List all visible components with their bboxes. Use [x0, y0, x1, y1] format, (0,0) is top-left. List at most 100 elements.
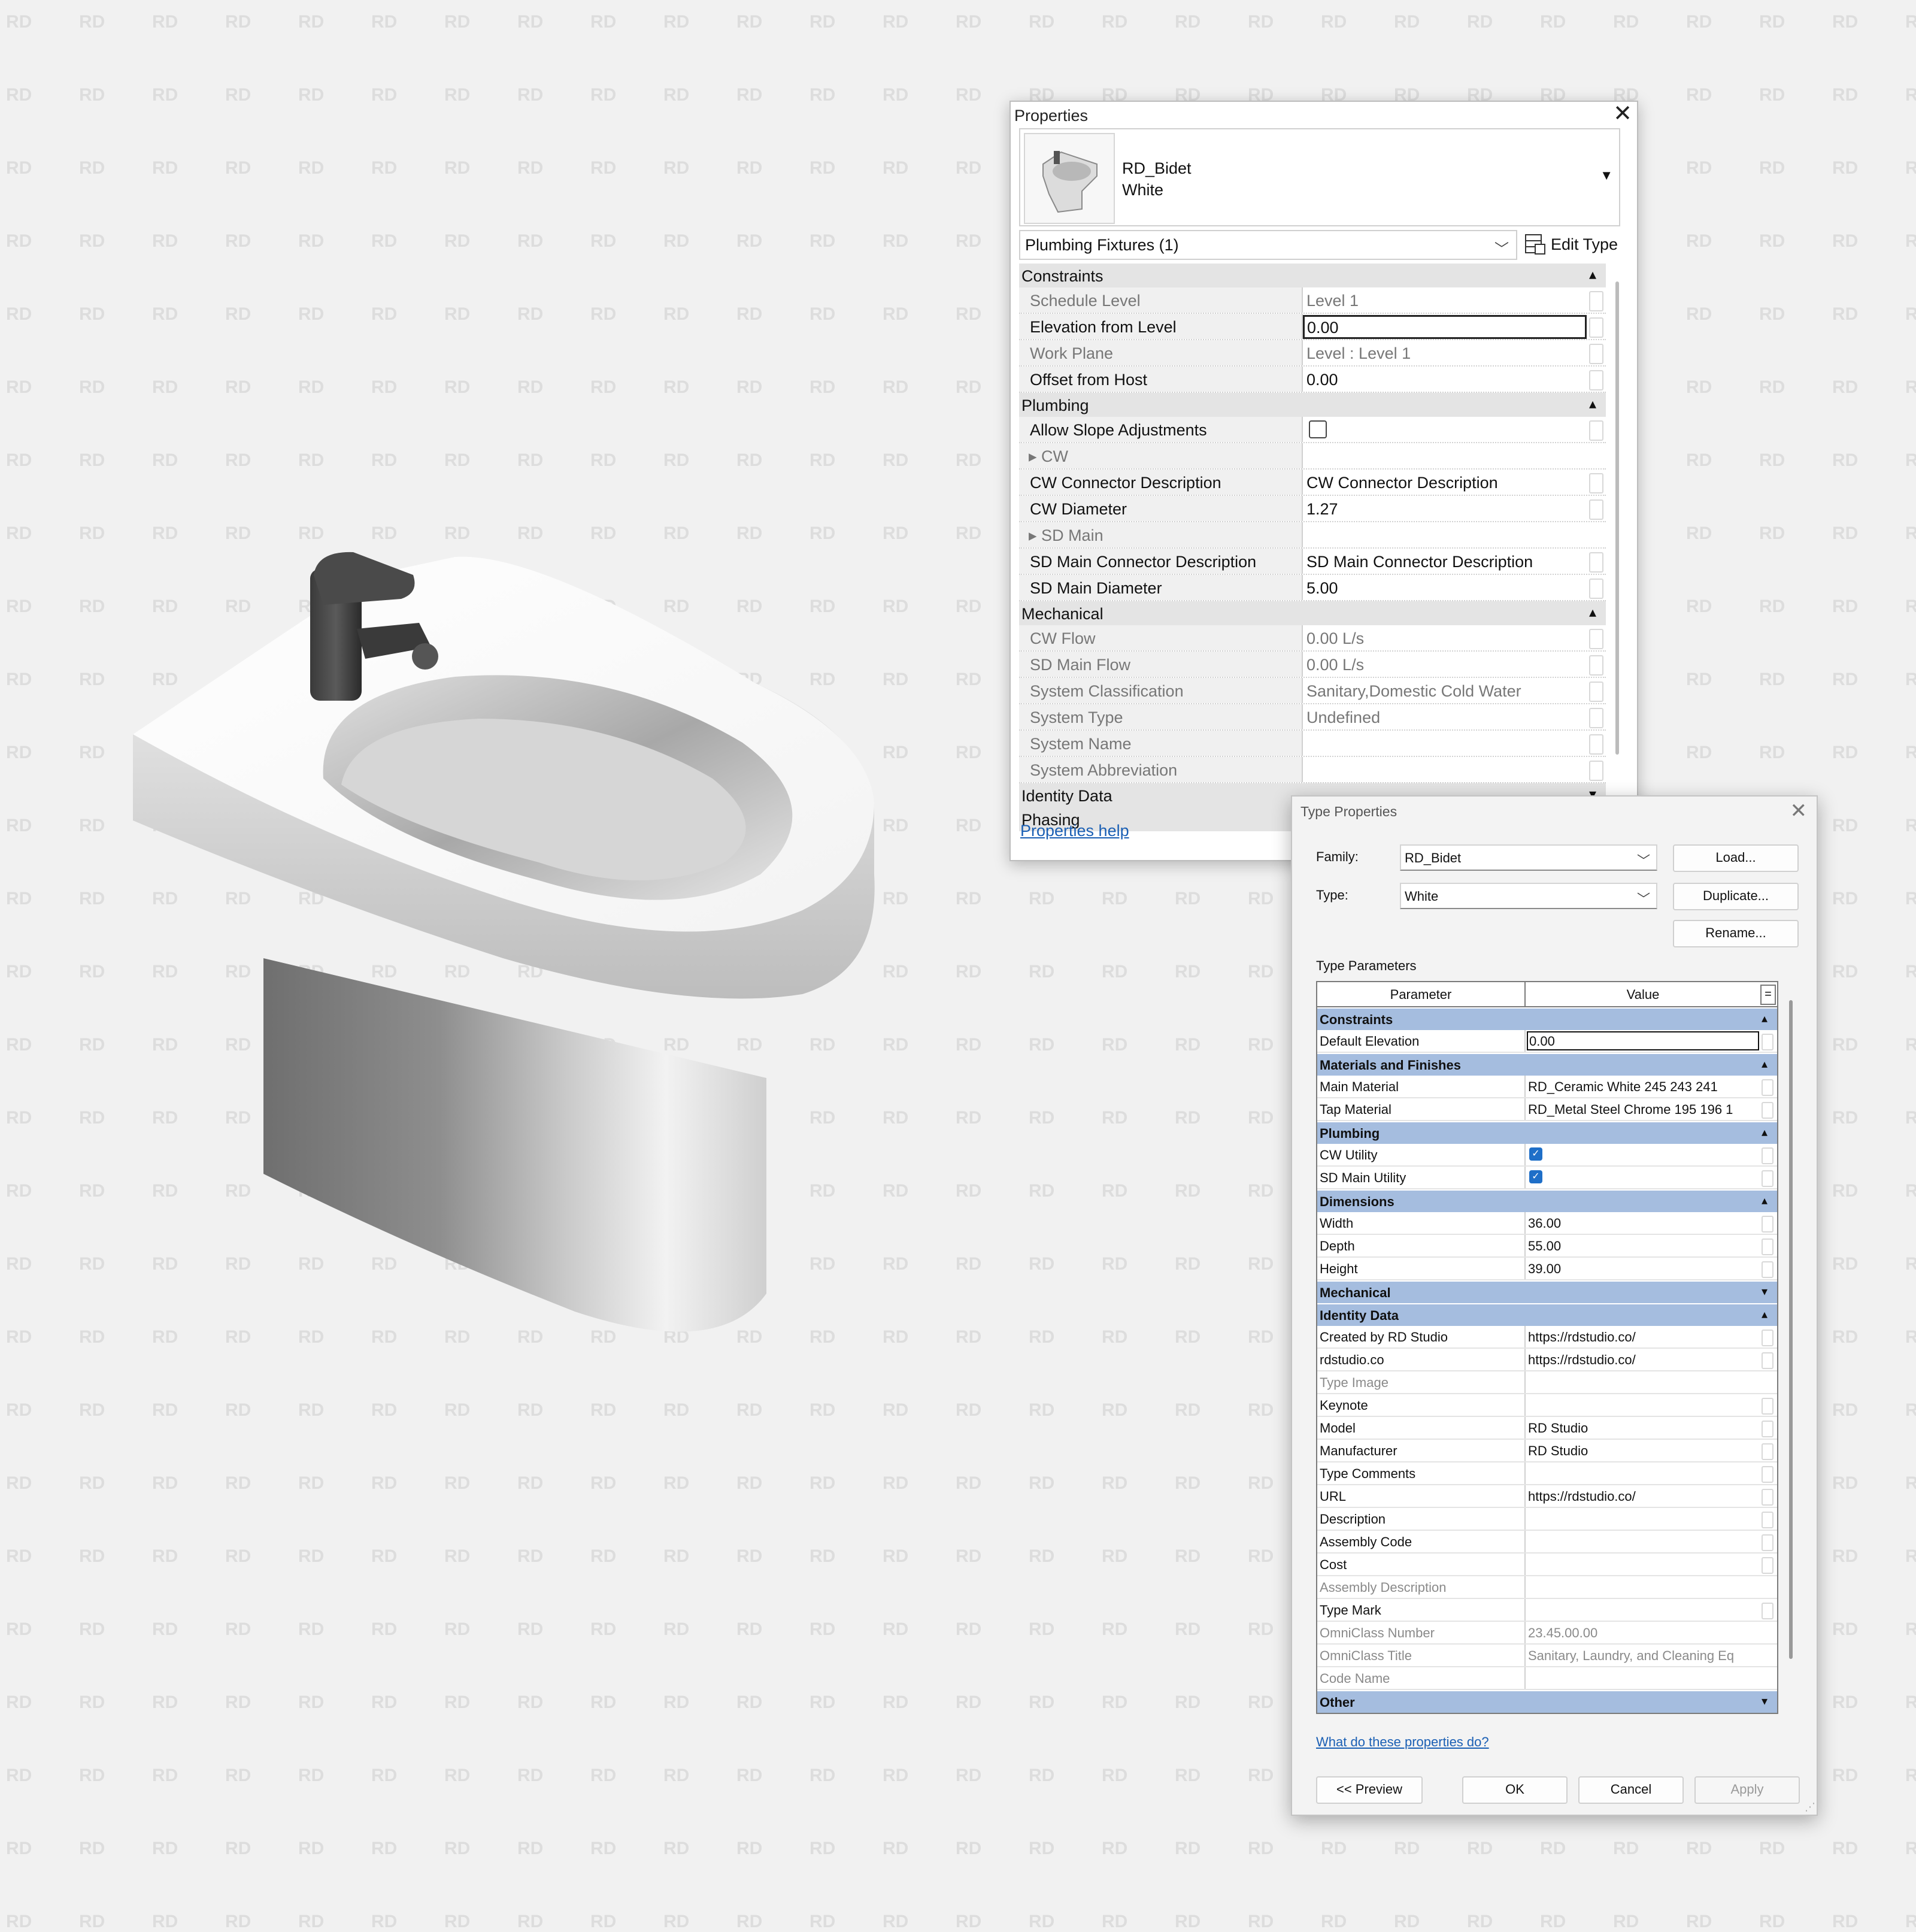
- ok-button[interactable]: OK: [1462, 1776, 1568, 1804]
- checkbox[interactable]: [1309, 420, 1327, 438]
- resize-grip-icon[interactable]: ⋰: [1805, 1801, 1815, 1813]
- associate-parameter-button[interactable]: [1762, 1170, 1773, 1187]
- type-parameter-row[interactable]: Cost: [1317, 1554, 1777, 1576]
- associate-parameter-button[interactable]: [1589, 655, 1603, 676]
- parameter-value[interactable]: RD_Ceramic White 245 243 241: [1528, 1079, 1752, 1095]
- type-group-header[interactable]: Constraints ▴: [1317, 1007, 1777, 1030]
- collapse-icon[interactable]: ▴: [1762, 1125, 1768, 1140]
- parameter-value[interactable]: 39.00: [1528, 1261, 1752, 1277]
- type-parameter-row[interactable]: Default Elevation 0.00: [1317, 1030, 1777, 1053]
- associate-parameter-button[interactable]: [1762, 1102, 1773, 1119]
- type-parameter-row[interactable]: SD Main Utility ✓: [1317, 1167, 1777, 1189]
- collapse-icon[interactable]: ▴: [1762, 1011, 1768, 1026]
- parameter-value[interactable]: https://rdstudio.co/: [1528, 1330, 1752, 1345]
- expand-icon[interactable]: ▾: [1762, 1694, 1768, 1709]
- type-parameter-row[interactable]: rdstudio.co https://rdstudio.co/: [1317, 1349, 1777, 1371]
- associate-parameter-button[interactable]: [1589, 682, 1603, 702]
- rename-button[interactable]: Rename...: [1673, 920, 1799, 947]
- property-row[interactable]: CW Diameter 1.27: [1019, 496, 1606, 522]
- close-icon[interactable]: ✕: [1790, 799, 1808, 823]
- type-parameter-row[interactable]: Assembly Code: [1317, 1531, 1777, 1554]
- associate-parameter-button[interactable]: [1762, 1443, 1773, 1460]
- collapse-icon[interactable]: ▴: [1589, 395, 1596, 413]
- type-parameter-row[interactable]: Description: [1317, 1508, 1777, 1531]
- parameter-value[interactable]: RD_Metal Steel Chrome 195 196 1: [1528, 1102, 1752, 1118]
- cancel-button[interactable]: Cancel: [1578, 1776, 1684, 1804]
- associate-parameter-button[interactable]: [1762, 1034, 1773, 1050]
- associate-parameter-button[interactable]: [1589, 317, 1603, 338]
- property-row[interactable]: Allow Slope Adjustments: [1019, 417, 1606, 443]
- associate-parameter-button[interactable]: [1762, 1352, 1773, 1369]
- properties-scrollbar[interactable]: [1615, 281, 1619, 755]
- property-value-cell[interactable]: 5.00: [1303, 575, 1587, 600]
- property-group-header[interactable]: Mechanical ▴: [1019, 601, 1606, 625]
- help-link[interactable]: What do these properties do?: [1316, 1734, 1489, 1750]
- type-dropdown-icon[interactable]: ▼: [1600, 168, 1613, 183]
- property-value-cell[interactable]: 1.27: [1303, 496, 1587, 521]
- associate-parameter-button[interactable]: [1589, 734, 1603, 755]
- collapse-icon[interactable]: ▴: [1589, 266, 1596, 283]
- associate-parameter-button[interactable]: [1762, 1079, 1773, 1096]
- collapse-icon[interactable]: ▴: [1762, 1193, 1768, 1208]
- associate-parameter-button[interactable]: [1762, 1489, 1773, 1506]
- property-row[interactable]: Offset from Host 0.00: [1019, 367, 1606, 393]
- property-value-cell[interactable]: CW Connector Description: [1303, 470, 1587, 495]
- associate-parameter-button[interactable]: [1589, 344, 1603, 364]
- category-filter-dropdown[interactable]: Plumbing Fixtures (1) ﹀: [1019, 230, 1517, 260]
- property-value-cell[interactable]: 0.00: [1303, 367, 1587, 392]
- type-parameter-row[interactable]: Depth 55.00: [1317, 1235, 1777, 1258]
- expand-icon[interactable]: ▾: [1762, 1284, 1768, 1299]
- properties-help-link[interactable]: Properties help: [1020, 822, 1129, 840]
- associate-parameter-button[interactable]: [1589, 761, 1603, 781]
- associate-parameter-button[interactable]: [1589, 291, 1603, 311]
- type-group-header[interactable]: Identity Data ▴: [1317, 1303, 1777, 1326]
- type-parameter-row[interactable]: Type Mark: [1317, 1599, 1777, 1622]
- associate-parameter-button[interactable]: [1762, 1603, 1773, 1619]
- column-header-parameter[interactable]: Parameter: [1317, 987, 1524, 1003]
- property-row[interactable]: ▸ CW: [1019, 443, 1606, 470]
- property-row[interactable]: SD Main Connector Description SD Main Con…: [1019, 549, 1606, 575]
- type-group-header[interactable]: Other ▾: [1317, 1690, 1777, 1713]
- property-value-cell[interactable]: [1303, 443, 1587, 468]
- associate-parameter-button[interactable]: [1762, 1466, 1773, 1483]
- type-parameter-row[interactable]: Type Comments: [1317, 1462, 1777, 1485]
- type-parameter-row[interactable]: Keynote: [1317, 1394, 1777, 1417]
- type-group-header[interactable]: Materials and Finishes ▴: [1317, 1053, 1777, 1076]
- associate-parameter-button[interactable]: [1762, 1421, 1773, 1437]
- apply-button[interactable]: Apply: [1694, 1776, 1800, 1804]
- preview-button[interactable]: << Preview: [1316, 1776, 1423, 1804]
- property-row[interactable]: SD Main Diameter 5.00: [1019, 575, 1606, 601]
- associate-parameter-button[interactable]: [1762, 1534, 1773, 1551]
- type-group-header[interactable]: Mechanical ▾: [1317, 1280, 1777, 1303]
- formula-button[interactable]: =: [1760, 985, 1776, 1005]
- type-parameter-row[interactable]: Tap Material RD_Metal Steel Chrome 195 19…: [1317, 1098, 1777, 1121]
- collapse-icon[interactable]: ▴: [1589, 604, 1596, 621]
- parameter-value[interactable]: RD Studio: [1528, 1443, 1752, 1459]
- column-header-value[interactable]: Value: [1527, 987, 1759, 1003]
- associate-parameter-button[interactable]: [1762, 1261, 1773, 1278]
- property-row[interactable]: ▸ SD Main: [1019, 522, 1606, 549]
- associate-parameter-button[interactable]: [1762, 1557, 1773, 1574]
- collapse-icon[interactable]: ▴: [1762, 1307, 1768, 1322]
- parameter-value[interactable]: 36.00: [1528, 1216, 1752, 1231]
- associate-parameter-button[interactable]: [1762, 1512, 1773, 1528]
- associate-parameter-button[interactable]: [1762, 1147, 1773, 1164]
- parameter-value[interactable]: 55.00: [1528, 1238, 1752, 1254]
- associate-parameter-button[interactable]: [1589, 552, 1603, 573]
- close-icon[interactable]: ✕: [1613, 102, 1632, 126]
- associate-parameter-button[interactable]: [1762, 1330, 1773, 1346]
- load-button[interactable]: Load...: [1673, 844, 1799, 872]
- table-scrollbar[interactable]: [1789, 1000, 1793, 1659]
- type-parameter-row[interactable]: CW Utility ✓: [1317, 1144, 1777, 1167]
- type-parameter-row[interactable]: URL https://rdstudio.co/: [1317, 1485, 1777, 1508]
- associate-parameter-button[interactable]: [1589, 579, 1603, 599]
- parameter-value-input[interactable]: 0.00: [1527, 1031, 1759, 1050]
- associate-parameter-button[interactable]: [1589, 629, 1603, 649]
- associate-parameter-button[interactable]: [1762, 1238, 1773, 1255]
- associate-parameter-button[interactable]: [1762, 1216, 1773, 1233]
- parameter-value[interactable]: https://rdstudio.co/: [1528, 1352, 1752, 1368]
- associate-parameter-button[interactable]: [1589, 708, 1603, 728]
- checkbox-checked[interactable]: ✓: [1529, 1170, 1542, 1183]
- property-row[interactable]: CW Connector Description CW Connector Des…: [1019, 470, 1606, 496]
- type-parameter-row[interactable]: Created by RD Studio https://rdstudio.co/: [1317, 1326, 1777, 1349]
